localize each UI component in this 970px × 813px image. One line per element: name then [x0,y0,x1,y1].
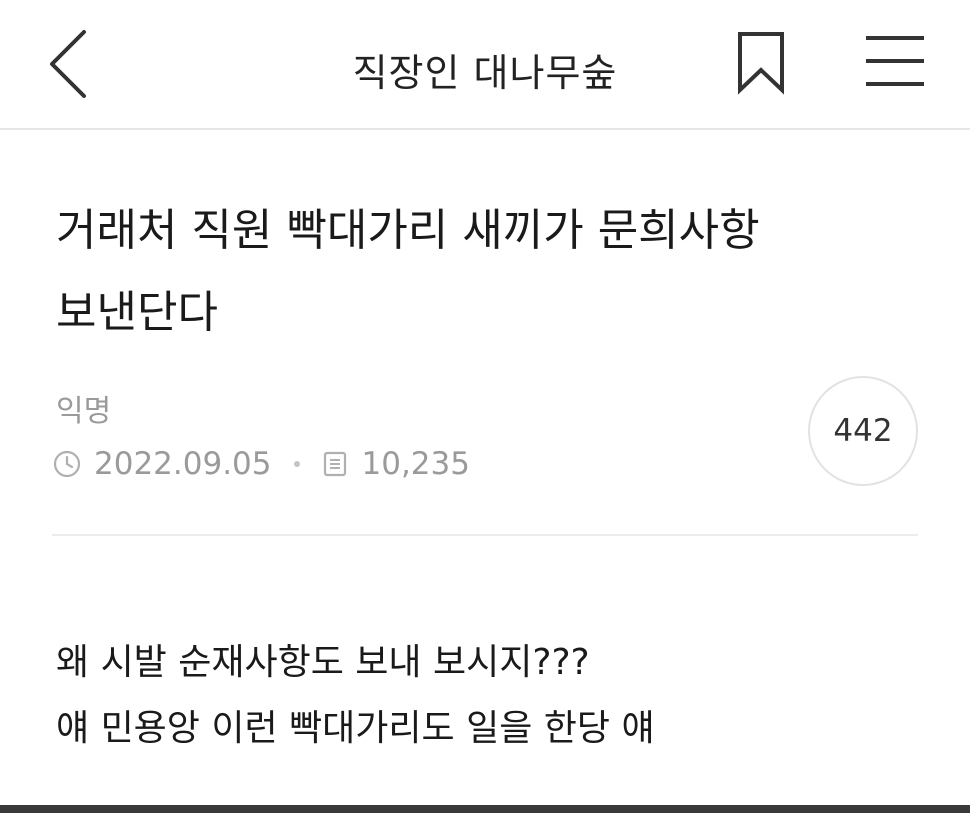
bottom-edge [0,805,970,813]
menu-button[interactable] [862,32,928,90]
post-body-line-1: 왜 시발 순재사항도 보내 보시지??? [56,642,590,683]
post-meta: 2022.09.05 10,235 [52,442,470,486]
post-body: 왜 시발 순재사항도 보내 보시지??? 얘 민용앙 이런 빡대가리도 일을 한… [56,630,936,762]
top-app-bar: 직장인 대나무숲 [0,0,970,130]
view-count: 10,235 [361,446,470,482]
comment-count-button[interactable]: 442 [808,376,918,486]
post-title: 거래처 직원 빡대가리 새끼가 문희사항 보낸단다 [56,190,926,354]
hamburger-menu-icon [866,36,924,86]
bookmark-icon [738,32,784,95]
post-title-line-1: 거래처 직원 빡대가리 새끼가 문희사항 [56,205,760,256]
app-title: 직장인 대나무숲 [352,51,618,95]
document-icon [323,451,346,477]
separator-dot [293,461,300,467]
post-date: 2022.09.05 [94,446,272,482]
post-body-line-2: 얘 민용앙 이런 빡대가리도 일을 한당 얘 [56,708,655,749]
divider [52,534,918,536]
author-name: 익명 [56,394,112,429]
post-title-line-2: 보낸단다 [56,287,218,338]
bookmark-button[interactable] [734,30,788,96]
clock-icon [53,450,81,478]
